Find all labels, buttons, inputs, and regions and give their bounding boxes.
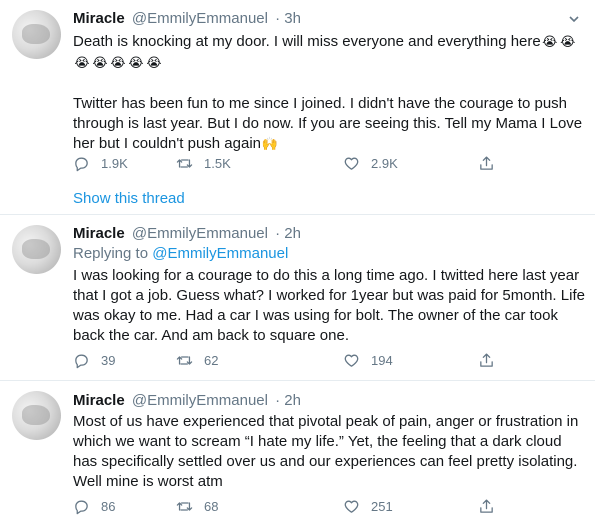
- crying-emoji: 😭: [128, 56, 144, 71]
- timestamp[interactable]: · 2h: [275, 225, 301, 242]
- raised-hands-emoji: 🙌: [261, 137, 279, 152]
- reply-count: 1.9K: [101, 156, 128, 171]
- reply-count: 39: [101, 353, 116, 368]
- tweet-2[interactable]: Miracle @EmmilyEmmanuel · 2h Replying to…: [0, 215, 595, 380]
- tweet-header: Miracle @EmmilyEmmanuel · 2h: [73, 225, 301, 242]
- reply-count: 86: [101, 499, 116, 514]
- display-name[interactable]: Miracle: [73, 10, 125, 27]
- display-name[interactable]: Miracle: [73, 392, 125, 409]
- reply-icon: [75, 157, 88, 172]
- tweet-text-part: Twitter has been fun to me since I joine…: [73, 95, 583, 152]
- mention-link[interactable]: @EmmilyEmmanuel: [152, 245, 288, 262]
- retweet-button[interactable]: 62: [176, 352, 218, 369]
- tweet-actions: 86 68 251: [73, 498, 513, 518]
- display-name[interactable]: Miracle: [73, 225, 125, 242]
- like-count: 2.9K: [371, 156, 398, 171]
- reply-button[interactable]: 1.9K: [73, 155, 128, 172]
- tweet-actions: 39 62 194: [73, 352, 513, 372]
- crying-emoji: 😭: [74, 56, 90, 71]
- retweet-count: 68: [204, 499, 219, 514]
- tweet-text: I was looking for a courage to do this a…: [73, 267, 585, 344]
- reply-button[interactable]: 86: [73, 498, 115, 515]
- share-icon: [480, 156, 493, 170]
- replying-to: Replying to @EmmilyEmmanuel: [73, 245, 288, 262]
- crying-emoji: 😭: [560, 35, 576, 50]
- tweet-1[interactable]: Miracle @EmmilyEmmanuel · 3h Death is kn…: [0, 0, 595, 208]
- tweet-text: Most of us have experienced that pivotal…: [73, 413, 579, 490]
- replying-to-label: Replying to: [73, 245, 153, 262]
- heart-icon: [344, 157, 359, 170]
- reply-button[interactable]: 39: [73, 352, 115, 369]
- tweet-actions: 1.9K 1.5K 2.9K: [73, 155, 513, 175]
- like-button[interactable]: 194: [343, 352, 393, 369]
- timestamp[interactable]: · 2h: [275, 392, 301, 409]
- like-button[interactable]: 2.9K: [343, 155, 398, 172]
- crying-emoji: 😭: [146, 56, 162, 71]
- share-button[interactable]: [478, 352, 506, 369]
- avatar[interactable]: [12, 391, 61, 440]
- retweet-button[interactable]: 68: [176, 498, 218, 515]
- tweet-3[interactable]: Miracle @EmmilyEmmanuel · 2h Most of us …: [0, 381, 595, 527]
- chevron-down-icon[interactable]: [569, 14, 579, 24]
- reply-icon: [75, 500, 88, 515]
- user-handle[interactable]: @EmmilyEmmanuel: [132, 225, 268, 242]
- share-icon: [480, 499, 493, 513]
- tweet-header: Miracle @EmmilyEmmanuel · 2h: [73, 392, 301, 409]
- share-button[interactable]: [478, 498, 506, 515]
- retweet-count: 62: [204, 353, 219, 368]
- tweet-text: Death is knocking at my door. I will mis…: [73, 32, 585, 155]
- user-handle[interactable]: @EmmilyEmmanuel: [132, 392, 268, 409]
- heart-icon: [344, 500, 359, 513]
- like-count: 194: [371, 353, 393, 368]
- timestamp[interactable]: · 3h: [275, 10, 301, 27]
- retweet-icon: [176, 159, 193, 168]
- reply-icon: [75, 354, 88, 369]
- share-icon: [480, 353, 493, 367]
- user-handle[interactable]: @EmmilyEmmanuel: [132, 10, 268, 27]
- crying-emoji: 😭: [110, 56, 126, 71]
- like-count: 251: [371, 499, 393, 514]
- avatar[interactable]: [12, 225, 61, 274]
- tweet-header: Miracle @EmmilyEmmanuel · 3h: [73, 10, 301, 27]
- show-thread-link[interactable]: Show this thread: [73, 190, 185, 207]
- crying-emoji: 😭: [542, 35, 558, 50]
- crying-emoji: 😭: [92, 56, 108, 71]
- retweet-icon: [176, 356, 193, 365]
- retweet-count: 1.5K: [204, 156, 231, 171]
- like-button[interactable]: 251: [343, 498, 393, 515]
- retweet-button[interactable]: 1.5K: [176, 155, 231, 172]
- heart-icon: [344, 354, 359, 367]
- avatar[interactable]: [12, 10, 61, 59]
- tweet-text-part: Death is knocking at my door. I will mis…: [73, 33, 541, 50]
- retweet-icon: [176, 502, 193, 511]
- share-button[interactable]: [478, 155, 506, 172]
